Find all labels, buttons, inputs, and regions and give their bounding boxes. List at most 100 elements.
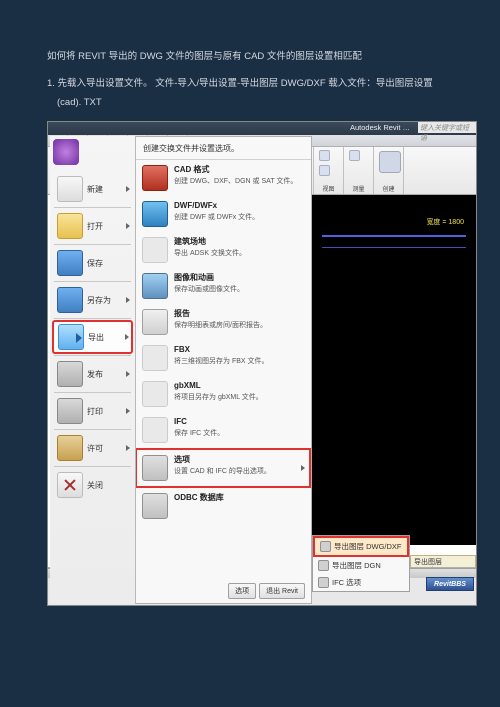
close-icon bbox=[57, 472, 83, 498]
exit-revit-button[interactable]: 退出 Revit bbox=[259, 583, 305, 599]
submenu-reports[interactable]: 报告保存明细表或房间/面积报告。 bbox=[135, 304, 311, 340]
submenu-ifc: IFC保存 IFC 文件。 bbox=[135, 412, 311, 448]
submenu-item-desc: 创建 DWG、DXF、DGN 或 SAT 文件。 bbox=[174, 177, 304, 186]
menu-label: 许可 bbox=[87, 443, 103, 454]
menu-label: 打印 bbox=[87, 406, 103, 417]
ribbon-label: 测量 bbox=[344, 184, 373, 193]
menu-close[interactable]: 关闭 bbox=[52, 468, 133, 502]
menu-label: 打开 bbox=[87, 221, 103, 232]
chevron-right-icon bbox=[126, 297, 130, 303]
submenu-odbc[interactable]: ODBC 数据库 bbox=[135, 488, 311, 524]
ribbon-label: 视图 bbox=[314, 184, 343, 193]
open-icon bbox=[57, 213, 83, 239]
flyout-label: IFC 选项 bbox=[332, 577, 361, 588]
submenu-item-desc: 保存动画或图像文件。 bbox=[174, 285, 304, 294]
submenu-item-desc: 导出 ADSK 交换文件。 bbox=[174, 249, 304, 258]
options-flyout: 导出图层 DWG/DXF 导出图层 DGN IFC 选项 bbox=[312, 535, 410, 592]
ifc-icon bbox=[142, 417, 168, 443]
flyout-ifc-options[interactable]: IFC 选项 bbox=[313, 574, 409, 591]
saveas-icon bbox=[57, 287, 83, 313]
ifc-options-icon bbox=[318, 577, 329, 588]
menu-save[interactable]: 保存 bbox=[52, 246, 133, 280]
ribbon-label: 创建 bbox=[374, 184, 403, 193]
fbx-icon bbox=[142, 345, 168, 371]
submenu-item-desc: 将三维视图另存为 FBX 文件。 bbox=[174, 357, 304, 366]
menu-label: 关闭 bbox=[87, 480, 103, 491]
submenu-item-desc: 保存 IFC 文件。 bbox=[174, 429, 304, 438]
submenu-cad-formats[interactable]: CAD 格式创建 DWG、DXF、DGN 或 SAT 文件。 bbox=[135, 160, 311, 196]
flyout-export-layers-dwg[interactable]: 导出图层 DWG/DXF bbox=[313, 536, 409, 557]
dimension-label: 宽度 = 1800 bbox=[426, 217, 464, 227]
separator bbox=[54, 207, 131, 208]
menu-license[interactable]: 许可 bbox=[52, 431, 133, 465]
submenu-item-title: 建筑场地 bbox=[174, 237, 304, 247]
submenu-header: 创建交换文件并设置选项。 bbox=[135, 140, 311, 160]
menu-print[interactable]: 打印 bbox=[52, 394, 133, 428]
chevron-right-icon bbox=[126, 408, 130, 414]
chevron-right-icon bbox=[126, 445, 130, 451]
separator bbox=[54, 466, 131, 467]
menu-label: 另存为 bbox=[87, 295, 111, 306]
submenu-item-title: CAD 格式 bbox=[174, 165, 304, 175]
publish-icon bbox=[57, 361, 83, 387]
license-icon bbox=[57, 435, 83, 461]
submenu-item-desc: 保存明细表或房间/面积报告。 bbox=[174, 321, 304, 330]
image-icon bbox=[142, 273, 168, 299]
submenu-dwf[interactable]: DWF/DWFx创建 DWF 或 DWFx 文件。 bbox=[135, 196, 311, 232]
gbxml-icon bbox=[142, 381, 168, 407]
tool-icon[interactable] bbox=[379, 151, 401, 173]
flyout-label: 导出图层 DWG/DXF bbox=[334, 541, 402, 552]
drawing-canvas[interactable]: 宽度 = 1800 bbox=[312, 195, 476, 545]
chevron-right-icon bbox=[126, 186, 130, 192]
menu-export[interactable]: 导出 bbox=[52, 320, 133, 354]
save-icon bbox=[57, 250, 83, 276]
submenu-gbxml: gbXML 将项目另存为 gbXML 文件。 bbox=[135, 376, 311, 412]
separator bbox=[54, 429, 131, 430]
flyout-label: 导出图层 DGN bbox=[332, 560, 381, 571]
drawing-line bbox=[322, 247, 466, 248]
title-bar: Autodesk Revit … 键入关键字或短语 bbox=[48, 122, 476, 135]
menu-saveas[interactable]: 另存为 bbox=[52, 283, 133, 317]
chevron-right-icon bbox=[126, 223, 130, 229]
revit-screenshot: Autodesk Revit … 键入关键字或短语 … … … … … … … … bbox=[47, 121, 477, 606]
product-name: Autodesk Revit … bbox=[346, 122, 414, 133]
submenu-images-animations[interactable]: 图像和动画保存动画或图像文件。 bbox=[135, 268, 311, 304]
submenu-item-desc: 设置 CAD 和 IFC 的导出选项。 bbox=[174, 467, 304, 476]
tool-icon[interactable] bbox=[319, 150, 330, 161]
menu-publish[interactable]: 发布 bbox=[52, 357, 133, 391]
application-menu: 新建 打开 保存 另存为 导出 发布 打印 许可 关闭 bbox=[50, 136, 136, 604]
drawing-line bbox=[322, 235, 466, 237]
separator bbox=[54, 355, 131, 356]
revit-logo-icon[interactable] bbox=[53, 139, 79, 165]
menu-open[interactable]: 打开 bbox=[52, 209, 133, 243]
search-box[interactable]: 键入关键字或短语 bbox=[418, 122, 476, 133]
menu-new[interactable]: 新建 bbox=[52, 172, 133, 206]
submenu-options[interactable]: 选项设置 CAD 和 IFC 的导出选项。 bbox=[135, 448, 311, 488]
submenu-item-title: 报告 bbox=[174, 309, 304, 319]
watermark-logo: RevitBBS bbox=[426, 577, 474, 591]
cad-icon bbox=[142, 165, 168, 191]
menu-label: 新建 bbox=[87, 184, 103, 195]
tool-icon[interactable] bbox=[319, 165, 330, 176]
document-title: 如何将 REVIT 导出的 DWG 文件的图层与原有 CAD 文件的图层设置相匹… bbox=[47, 48, 453, 65]
menu-label: 导出 bbox=[88, 332, 104, 343]
menu-label: 保存 bbox=[87, 258, 103, 269]
submenu-building-site: 建筑场地导出 ADSK 交换文件。 bbox=[135, 232, 311, 268]
submenu-item-desc: 将项目另存为 gbXML 文件。 bbox=[174, 393, 304, 402]
step-1-text-line2: (cad). TXT bbox=[47, 94, 453, 111]
separator bbox=[54, 392, 131, 393]
layers-icon bbox=[320, 541, 331, 552]
options-button[interactable]: 选项 bbox=[228, 583, 256, 599]
flyout-export-layers-dgn[interactable]: 导出图层 DGN bbox=[313, 557, 409, 574]
submenu-item-title: gbXML bbox=[174, 381, 304, 391]
dwf-icon bbox=[142, 201, 168, 227]
export-icon bbox=[58, 324, 84, 350]
print-icon bbox=[57, 398, 83, 424]
submenu-fbx: FBX将三维视图另存为 FBX 文件。 bbox=[135, 340, 311, 376]
separator bbox=[54, 318, 131, 319]
menu-label: 发布 bbox=[87, 369, 103, 380]
wrench-icon bbox=[142, 455, 168, 481]
separator bbox=[54, 244, 131, 245]
database-icon bbox=[142, 493, 168, 519]
tool-icon[interactable] bbox=[349, 150, 360, 161]
